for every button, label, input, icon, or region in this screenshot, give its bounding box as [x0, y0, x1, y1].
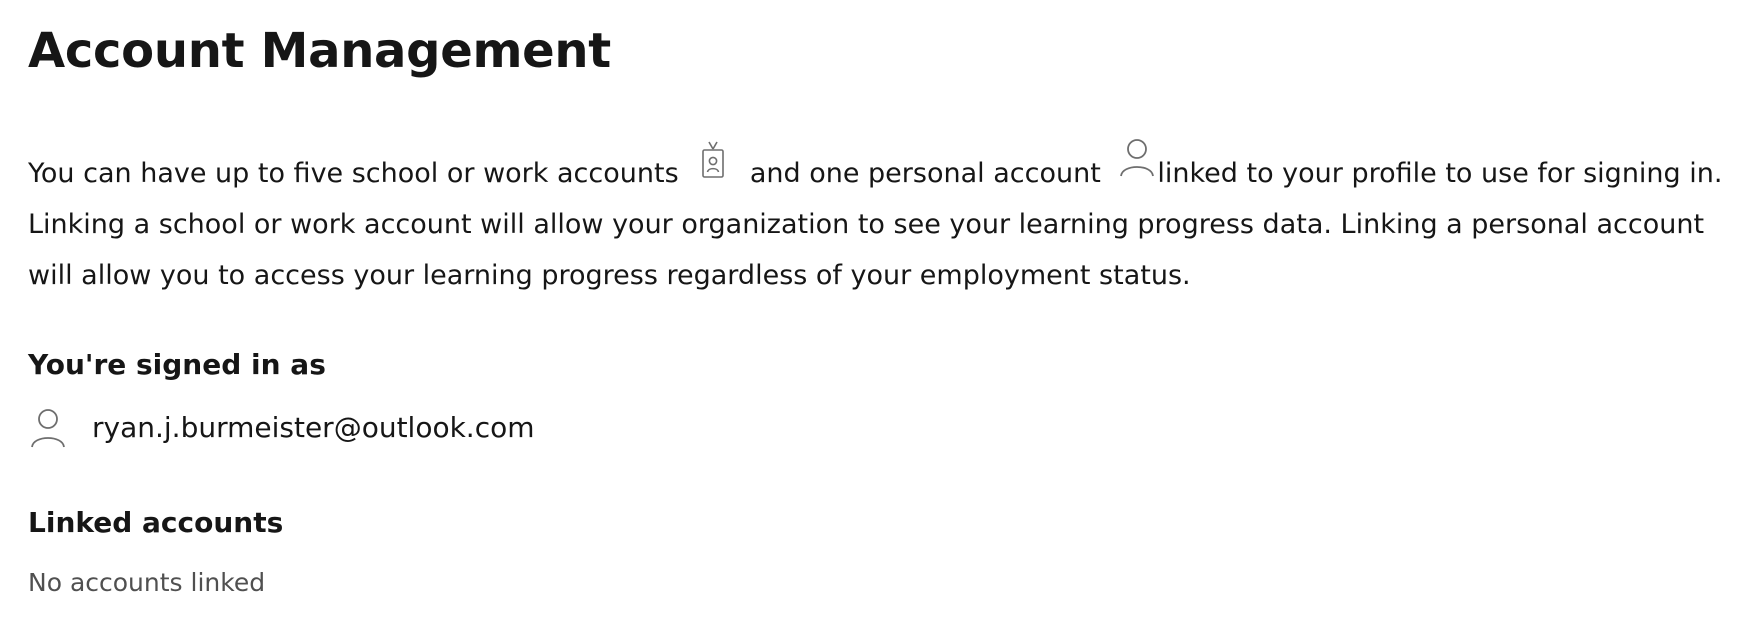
- signed-in-heading: You're signed in as: [28, 348, 326, 381]
- person-icon: [28, 406, 68, 450]
- intro-paragraph: You can have up to five school or work a…: [28, 139, 1732, 301]
- intro-text-part1: You can have up to five school or work a…: [28, 158, 679, 189]
- signed-in-email: ryan.j.burmeister@outlook.com: [92, 411, 535, 444]
- no-linked-accounts-text: No accounts linked: [28, 568, 266, 597]
- account-management-page: Account Management You can have up to fi…: [0, 0, 1760, 634]
- intro-text-part2: and one personal account: [749, 158, 1101, 189]
- signed-in-account: ryan.j.burmeister@outlook.com: [28, 405, 1732, 451]
- linked-accounts-heading: Linked accounts: [28, 506, 284, 539]
- person-icon: [1117, 136, 1157, 178]
- page-title: Account Management: [28, 23, 611, 79]
- id-badge-icon: [699, 140, 727, 180]
